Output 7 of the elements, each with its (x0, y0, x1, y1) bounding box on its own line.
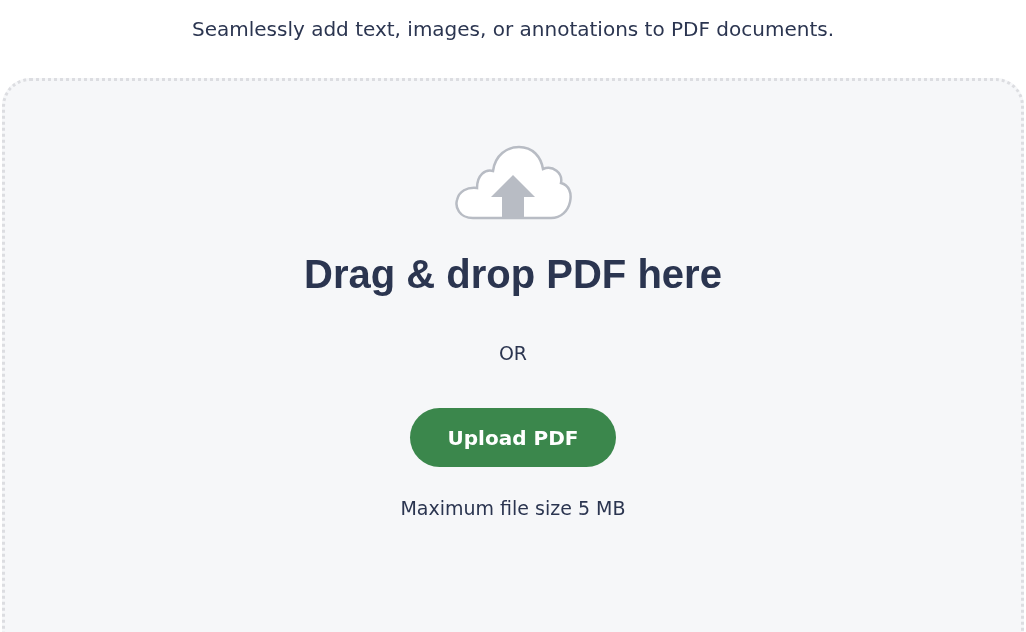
drop-heading: Drag & drop PDF here (304, 251, 722, 298)
upload-button[interactable]: Upload PDF (410, 408, 616, 467)
cloud-upload-icon (453, 145, 573, 221)
drop-zone[interactable]: Drag & drop PDF here OR Upload PDF Maximum file size 5 MB (2, 78, 1024, 632)
size-limit-note: Maximum file size 5 MB (400, 497, 626, 519)
page-subtitle: Seamlessly add text, images, or annotations to PDF documents. (191, 17, 835, 41)
separator-text: OR (498, 342, 528, 364)
